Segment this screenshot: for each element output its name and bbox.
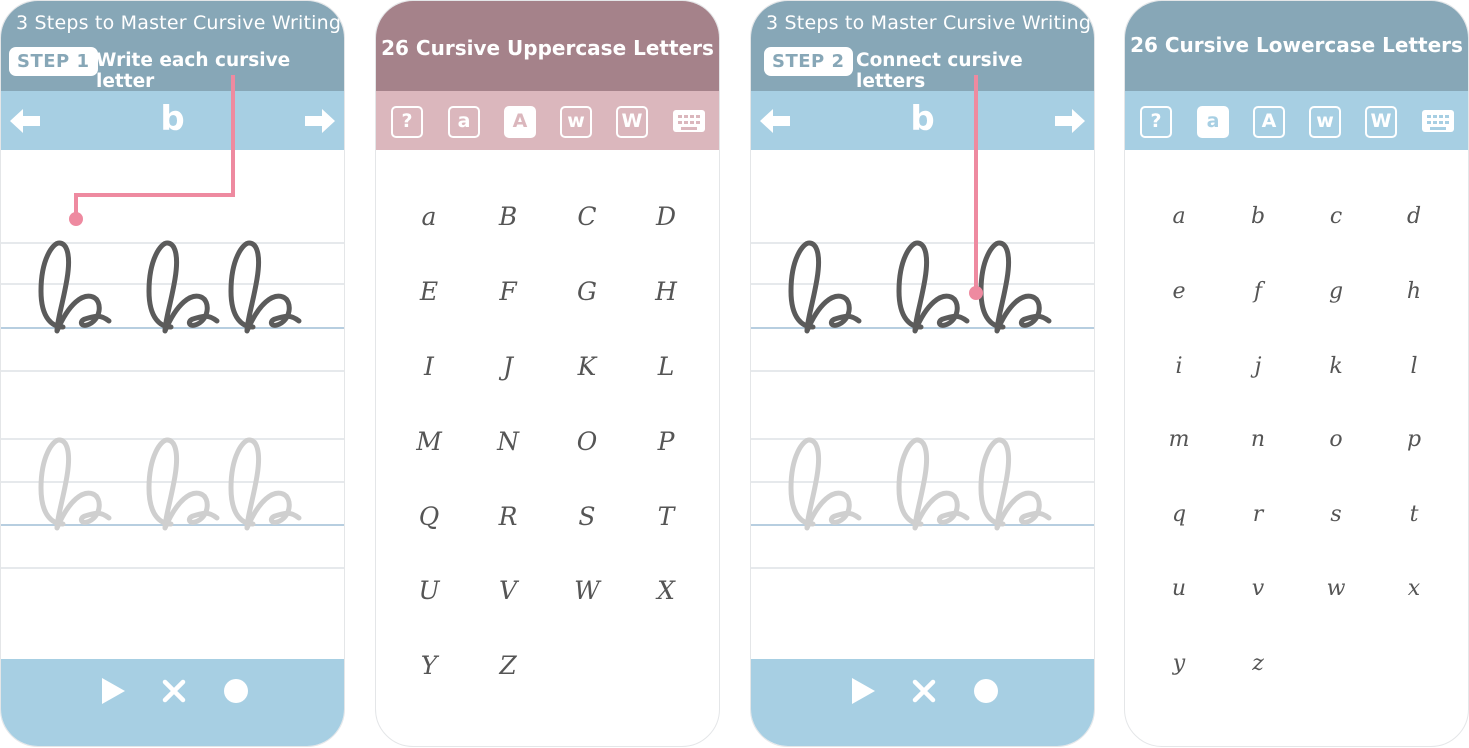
letter-cell[interactable]: o bbox=[1306, 415, 1366, 465]
screen-title: 26 Cursive Uppercase Letters bbox=[376, 1, 719, 91]
letter-cell[interactable]: i bbox=[1149, 342, 1209, 392]
letter-cell[interactable]: b bbox=[1228, 192, 1288, 242]
letter-cell[interactable]: c bbox=[1306, 192, 1366, 242]
letter-cell[interactable]: e bbox=[1149, 267, 1209, 317]
letter-cell[interactable]: H bbox=[636, 267, 696, 317]
letter-cell[interactable]: O bbox=[557, 417, 617, 467]
record-icon[interactable] bbox=[971, 676, 1001, 706]
letter-cell[interactable]: j bbox=[1228, 342, 1288, 392]
letter-cell[interactable]: G bbox=[557, 267, 617, 317]
letter-cell[interactable]: t bbox=[1384, 490, 1444, 540]
uppercase-mode-button[interactable]: A bbox=[504, 106, 536, 138]
letter-cell[interactable]: k bbox=[1306, 342, 1366, 392]
letter-cell[interactable]: n bbox=[1228, 415, 1288, 465]
letter-cell[interactable]: B bbox=[478, 192, 538, 242]
record-icon[interactable] bbox=[221, 676, 251, 706]
letter-cell[interactable]: w bbox=[1306, 564, 1366, 614]
help-button[interactable]: ? bbox=[391, 106, 423, 138]
control-bar bbox=[1, 659, 344, 746]
letter-cell[interactable]: I bbox=[399, 342, 459, 392]
letter-cell[interactable]: L bbox=[636, 342, 696, 392]
letter-cell[interactable]: x bbox=[1384, 564, 1444, 614]
letter-cell[interactable]: S bbox=[557, 492, 617, 542]
letter-cell[interactable]: h bbox=[1384, 267, 1444, 317]
help-button[interactable]: ? bbox=[1140, 106, 1172, 138]
letter-cell[interactable]: z bbox=[1228, 639, 1288, 689]
letter-cell[interactable]: R bbox=[478, 492, 538, 542]
mode-toolbar: ? a A w W bbox=[1125, 91, 1468, 150]
letter-cell[interactable]: K bbox=[557, 342, 617, 392]
uppercase-words-button[interactable]: W bbox=[616, 106, 648, 138]
letter-cell[interactable]: P bbox=[636, 417, 696, 467]
letter-cell[interactable]: T bbox=[636, 492, 696, 542]
uppercase-mode-button[interactable]: A bbox=[1253, 106, 1285, 138]
control-bar bbox=[751, 659, 1094, 746]
letter-cell[interactable]: Y bbox=[399, 641, 459, 691]
letter-cell[interactable]: a bbox=[1149, 192, 1209, 242]
letter-cell[interactable]: F bbox=[478, 267, 538, 317]
letter-cell[interactable]: C bbox=[557, 192, 617, 242]
letter-cell[interactable]: s bbox=[1306, 490, 1366, 540]
letter-cell[interactable]: D bbox=[636, 192, 696, 242]
screen-title: 26 Cursive Lowercase Letters bbox=[1125, 1, 1468, 91]
letter-cell[interactable]: X bbox=[636, 566, 696, 616]
letter-cell[interactable]: u bbox=[1149, 564, 1209, 614]
letter-cell[interactable]: m bbox=[1149, 415, 1209, 465]
pointer-line bbox=[69, 75, 235, 226]
letter-cell[interactable]: f bbox=[1228, 267, 1288, 317]
screen-step-1: 3 Steps to Master Cursive Writing STEP 1… bbox=[0, 0, 345, 747]
letter-cell[interactable]: y bbox=[1149, 639, 1209, 689]
lowercase-mode-button[interactable]: a bbox=[1197, 106, 1229, 138]
letter-cell[interactable]: p bbox=[1384, 415, 1444, 465]
letter-cell[interactable]: r bbox=[1228, 490, 1288, 540]
keyboard-icon[interactable] bbox=[1422, 106, 1454, 138]
screen-step-2: 3 Steps to Master Cursive Writing STEP 2… bbox=[750, 0, 1095, 747]
letter-cell[interactable]: g bbox=[1306, 267, 1366, 317]
letter-cell[interactable]: l bbox=[1384, 342, 1444, 392]
screen-uppercase-letters: 26 Cursive Uppercase Letters ? a A w W a… bbox=[375, 0, 720, 747]
letter-cell[interactable]: N bbox=[478, 417, 538, 467]
pointer-line bbox=[969, 75, 983, 300]
keyboard-icon[interactable] bbox=[673, 106, 705, 138]
uppercase-words-button[interactable]: W bbox=[1365, 106, 1397, 138]
letter-cell[interactable]: W bbox=[557, 566, 617, 616]
mode-toolbar: ? a A w W bbox=[376, 91, 719, 150]
letter-cell[interactable]: M bbox=[399, 417, 459, 467]
letter-cell[interactable]: U bbox=[399, 566, 459, 616]
letter-cell[interactable]: a bbox=[399, 192, 459, 242]
clear-icon[interactable] bbox=[909, 676, 939, 706]
letter-cell[interactable]: E bbox=[399, 267, 459, 317]
letter-cell[interactable]: d bbox=[1384, 192, 1444, 242]
lowercase-words-button[interactable]: w bbox=[1309, 106, 1341, 138]
play-icon[interactable] bbox=[848, 676, 878, 706]
lowercase-words-button[interactable]: w bbox=[560, 106, 592, 138]
lowercase-mode-button[interactable]: a bbox=[448, 106, 480, 138]
letter-cell[interactable]: Q bbox=[399, 492, 459, 542]
play-icon[interactable] bbox=[98, 676, 128, 706]
letter-cell[interactable]: Z bbox=[478, 641, 538, 691]
screen-lowercase-letters: 26 Cursive Lowercase Letters ? a A w W a… bbox=[1124, 0, 1469, 747]
letter-cell[interactable]: J bbox=[478, 342, 538, 392]
letter-cell[interactable]: V bbox=[478, 566, 538, 616]
letter-cell[interactable]: v bbox=[1228, 564, 1288, 614]
clear-icon[interactable] bbox=[159, 676, 189, 706]
letter-cell[interactable]: q bbox=[1149, 490, 1209, 540]
